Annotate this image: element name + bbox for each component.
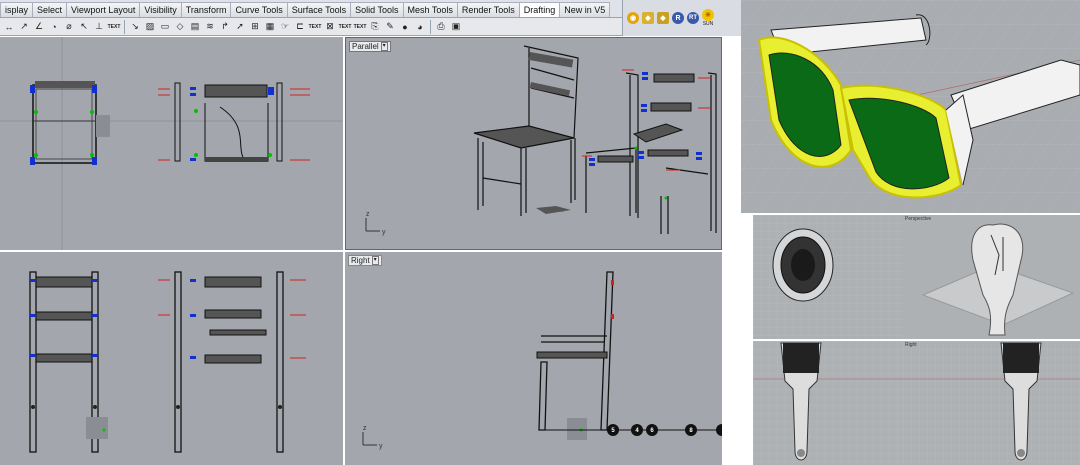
hatch-icon[interactable]: ▨ — [143, 20, 157, 34]
print-icon[interactable]: ⎙ — [434, 20, 448, 34]
right-view-drawing: 5 4 6 8 z y — [362, 271, 722, 450]
thumb-top-view[interactable] — [753, 215, 903, 339]
render-r-icon[interactable]: R — [672, 12, 684, 24]
dimension-style-icon[interactable]: ⊏ — [293, 20, 307, 34]
front-view-drawing — [29, 271, 306, 453]
tab-surface-tools[interactable]: Surface Tools — [286, 2, 352, 17]
viewport-label-right[interactable]: Right ▾ — [348, 255, 382, 266]
svg-text:y: y — [379, 443, 383, 450]
leader-icon[interactable]: ↖ — [77, 20, 91, 34]
properties-icon[interactable]: ▣ — [449, 20, 463, 34]
tab-mesh-tools[interactable]: Mesh Tools — [402, 2, 458, 17]
environment-icon[interactable]: ◆ — [657, 12, 669, 24]
clipping-plane-icon[interactable]: ◇ — [173, 20, 187, 34]
render-icon[interactable]: ◉ — [627, 12, 639, 24]
tab-visibility[interactable]: Visibility — [139, 2, 182, 17]
paste-icon[interactable]: ⎘ — [368, 20, 382, 34]
tab-curve-tools[interactable]: Curve Tools — [230, 2, 288, 17]
tab-solid-tools[interactable]: Solid Tools — [350, 2, 404, 17]
material-ball-icon[interactable]: ● — [398, 20, 412, 34]
toolbar-divider — [124, 19, 125, 34]
thumb-perspective[interactable]: Perspective — [903, 215, 1080, 339]
thumb-label: Perspective — [905, 216, 932, 222]
chevron-down-icon[interactable]: ▾ — [380, 42, 388, 51]
text-icon[interactable]: TEXT — [107, 20, 121, 34]
text-block-icon[interactable]: TEXT — [338, 20, 352, 34]
tab-viewport-layout[interactable]: Viewport Layout — [66, 2, 141, 17]
tab-drafting[interactable]: Drafting — [518, 2, 561, 17]
tab-isplay[interactable]: isplay — [0, 2, 34, 17]
make2d-icon[interactable]: ▭ — [158, 20, 172, 34]
text-field-icon[interactable]: TEXT — [308, 20, 322, 34]
edit-text-icon[interactable]: TEXT — [353, 20, 367, 34]
top-view-drawing — [0, 37, 343, 250]
render-toolbar: ◉ ◆ ◆ R RT ☀ SUN — [622, 0, 741, 36]
tab-transform[interactable]: Transform — [180, 2, 232, 17]
viewport-title: Parallel — [352, 42, 379, 51]
viewport-gap — [722, 37, 741, 465]
ordinate-icon[interactable]: ⊥ — [92, 20, 106, 34]
thumb-label: Right — [905, 342, 917, 348]
viewport-label-parallel[interactable]: Parallel ▾ — [349, 41, 391, 52]
annotation-icon[interactable]: ↱ — [218, 20, 232, 34]
render-thumbnails: Perspective Right — [741, 213, 1080, 465]
linear-dimension-icon[interactable]: ↔ — [2, 20, 16, 34]
sun-icon: ☀ — [702, 9, 714, 21]
tab-new-in-v5[interactable]: New in V5 — [559, 2, 611, 17]
viewport-front[interactable] — [0, 252, 343, 465]
contour-icon[interactable]: ≋ — [203, 20, 217, 34]
radius-dimension-icon[interactable]: ◔ — [47, 20, 61, 34]
parallel-view-drawing: z y — [365, 45, 717, 236]
diameter-dimension-icon[interactable]: ⌀ — [62, 20, 76, 34]
section-icon[interactable]: ▤ — [188, 20, 202, 34]
thumb-front[interactable] — [753, 341, 903, 465]
viewport-top[interactable] — [0, 37, 343, 250]
layout-icon[interactable]: ▦ — [263, 20, 277, 34]
brush-icon[interactable]: ✎ — [383, 20, 397, 34]
material-icon[interactable]: ◆ — [642, 12, 654, 24]
pie-chart-icon[interactable]: ◕ — [413, 20, 427, 34]
dot-icon[interactable]: ↘ — [128, 20, 142, 34]
glasses-render — [741, 0, 1080, 213]
viewport-right[interactable]: Right ▾ 5 4 6 8 z y — [345, 252, 722, 465]
tab-render-tools[interactable]: Render Tools — [456, 2, 520, 17]
sun-button[interactable]: ☀ SUN — [702, 9, 714, 27]
thumb-right[interactable]: Right — [903, 341, 1080, 465]
viewport-title: Right — [351, 256, 370, 265]
render-rt-icon[interactable]: RT — [687, 12, 699, 24]
sun-label: SUN — [702, 21, 714, 27]
drafting-toolbar: ↔ ↗ ∠ ◔ ⌀ ↖ ⊥ TEXT ↘ ▨ ▭ ◇ ▤ ≋ ↱ ➚ ⊞ ▦ ☞… — [0, 18, 622, 36]
detail-view-icon[interactable]: ⊞ — [248, 20, 262, 34]
viewport-parallel[interactable]: Parallel ▾ z y — [345, 37, 722, 250]
tab-select[interactable]: Select — [32, 2, 68, 17]
angle-dimension-icon[interactable]: ∠ — [32, 20, 46, 34]
hand-icon[interactable]: ☞ — [278, 20, 292, 34]
svg-text:z: z — [366, 211, 370, 218]
chevron-down-icon[interactable]: ▾ — [371, 256, 379, 265]
lock-icon[interactable]: ⊠ — [323, 20, 337, 34]
arrow-icon[interactable]: ➚ — [233, 20, 247, 34]
svg-text:z: z — [363, 425, 367, 432]
aligned-dimension-icon[interactable]: ↗ — [17, 20, 31, 34]
toolbar-divider — [430, 19, 431, 34]
svg-text:y: y — [382, 229, 386, 236]
